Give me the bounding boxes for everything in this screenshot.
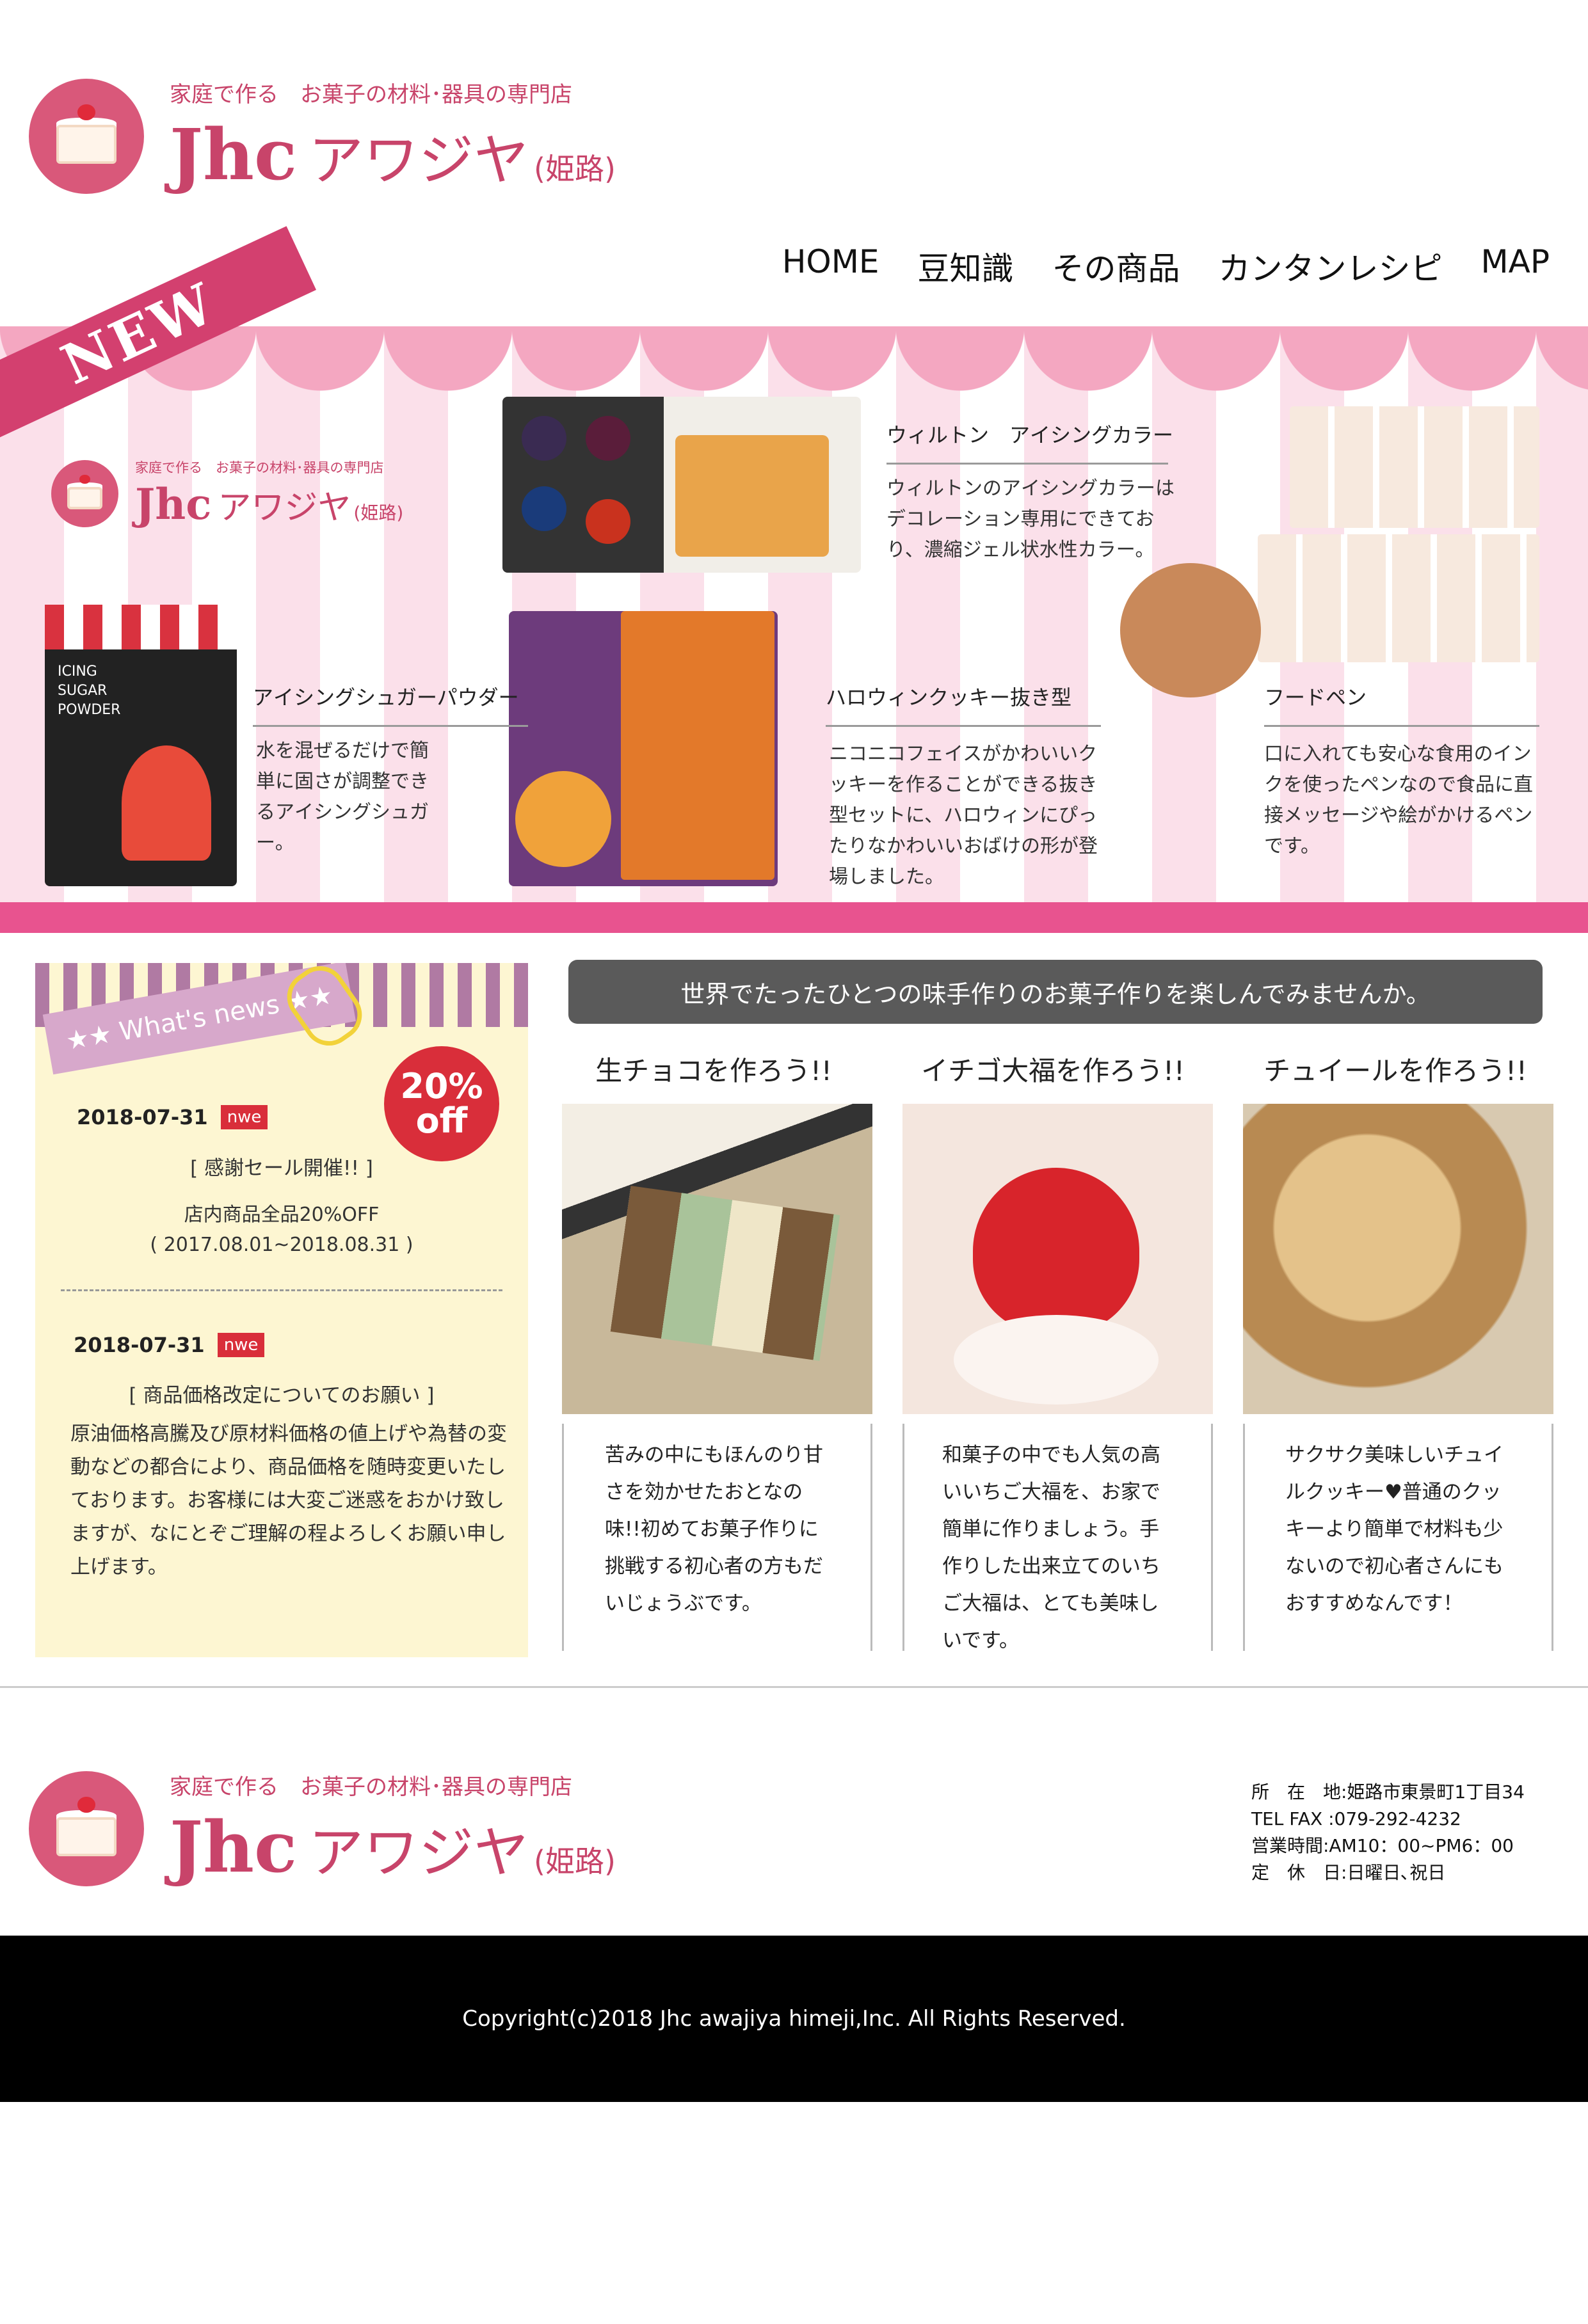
halloween-cutter-product-image[interactable] (509, 611, 778, 886)
discount-badge-percent: 20% (400, 1066, 483, 1106)
nav-trivia[interactable]: 豆知識 (918, 243, 1014, 289)
footer-logo-awajiya: アワジヤ (309, 1821, 529, 1885)
product-desc-icing-sugar: 水を混ぜるだけで簡単に固さが調整できるアイシングシュガー。 (256, 740, 429, 854)
whats-news-title: What's news (116, 989, 282, 1047)
ichigo-daifuku-image[interactable] (902, 1104, 1213, 1414)
news-item-1-date-row: 2018-07-31 nwe (77, 1105, 268, 1129)
main-nav: HOME 豆知識 その商品 カンタンレシピ MAP (782, 243, 1550, 289)
section-divider (0, 1686, 1588, 1688)
news-item-2-tag: nwe (217, 1333, 265, 1357)
news-item-1-date: 2018-07-31 (77, 1105, 208, 1129)
nav-products[interactable]: その商品 (1052, 243, 1180, 289)
banner-logo-awajiya: アワジヤ (218, 489, 351, 527)
cake-logo-icon (29, 1771, 144, 1886)
star-icon: ★★ (63, 1017, 122, 1056)
news-item-1-tag: nwe (220, 1105, 268, 1129)
footer-logo-city: (姫路) (534, 1844, 616, 1879)
recipe-title-ichigo-daifuku[interactable]: イチゴ大福を作ろう!! (896, 1049, 1210, 1088)
store-tel: TEL FAX :079-292-4232 (1251, 1808, 1461, 1829)
product-title-icing-sugar: アイシングシュガーパウダー (253, 681, 528, 727)
news-item-2-date-row: 2018-07-31 nwe (74, 1333, 265, 1357)
logo-awajiya: アワジヤ (309, 129, 529, 193)
footer-logo-tagline: 家庭で作る お菓子の材料･器具の専門店 (170, 1774, 572, 1800)
logo-city: (姫路) (534, 152, 616, 186)
copyright-text: Copyright(c)2018 Jhc awajiya himeji,Inc.… (462, 2006, 1126, 2032)
recipe-desc-tuile: サクサク美味しいチュイルクッキー♥普通のクッキーより簡単で材料も少ないので初心者… (1285, 1444, 1504, 1615)
product-desc-halloween-cutter: ニコニコフェイスがかわいいクッキーを作ることができる抜き型セットに、ハロウィンに… (829, 743, 1098, 888)
logo-tagline: 家庭で作る お菓子の材料･器具の専門店 (170, 82, 572, 107)
store-address: 所 在 地:姫路市東景町1丁目34 (1251, 1781, 1525, 1803)
banner-logo: 家庭で作る お菓子の材料･器具の専門店 Jhc アワジヤ (姫路) (51, 458, 403, 529)
news-item-2-body: 原油価格高騰及び原材料価格の値上げや為替の変動などの都合により、商品価格を随時変… (70, 1422, 507, 1579)
product-desc-icing-color: ウィルトンのアイシングカラーはデコレーション専用にできており、濃縮ジェル状水性カ… (886, 477, 1175, 561)
icing-sugar-package-text: ICING SUGAR POWDER (58, 664, 121, 718)
logo-jhc: Jhc (170, 113, 297, 196)
nama-choco-image[interactable] (562, 1104, 872, 1414)
recipe-title-nama-choco[interactable]: 生チョコを作ろう!! (557, 1049, 870, 1088)
banner-bottom-stripe (0, 902, 1588, 933)
news-item-1-line2: ( 2017.08.01~2018.08.31 ) (150, 1234, 413, 1256)
news-item-2-date: 2018-07-31 (74, 1333, 205, 1357)
food-pen-product-image[interactable] (1120, 406, 1549, 697)
recipe-desc-ichigo-daifuku: 和菓子の中でも人気の高いいちご大福を、お家で簡単に作りましょう。手作りした出来立… (942, 1444, 1160, 1652)
banner-logo-city: (姫路) (353, 502, 404, 523)
news-item-1-line1: 店内商品全品20%OFF (184, 1204, 380, 1226)
recipe-desc-nama-choco: 苦みの中にもほんのり甘さを効かせたおとなの味!!初めてお菓子作りに挑戦する初心者… (605, 1444, 823, 1615)
icing-sugar-product-image[interactable]: ICING SUGAR POWDER (45, 605, 237, 886)
news-item-2-title[interactable]: [ 商品価格改定についてのお願い ] (35, 1379, 528, 1408)
nav-recipes[interactable]: カンタンレシピ (1219, 243, 1443, 289)
header-logo[interactable]: 家庭で作る お菓子の材料･器具の専門店 Jhc アワジヤ (姫路) (29, 77, 616, 196)
product-title-icing-color: ウィルトン アイシングカラー (886, 419, 1173, 465)
awning-decoration (0, 326, 1588, 397)
icing-color-product-image[interactable] (502, 397, 861, 573)
discount-badge: 20% off (384, 1046, 499, 1161)
footer-logo-jhc: Jhc (170, 1806, 297, 1888)
nav-map[interactable]: MAP (1481, 243, 1550, 289)
tuile-image[interactable] (1243, 1104, 1553, 1414)
banner-logo-tagline: 家庭で作る お菓子の材料･器具の専門店 (135, 460, 384, 475)
product-title-food-pen: フードペン (1264, 681, 1539, 727)
news-divider (61, 1289, 502, 1291)
store-info: 所 在 地:姫路市東景町1丁目34 TEL FAX :079-292-4232 … (1251, 1779, 1525, 1886)
footer-bar: Copyright(c)2018 Jhc awajiya himeji,Inc.… (0, 1936, 1588, 2102)
cake-logo-icon (51, 459, 118, 527)
product-desc-food-pen: 口に入れても安心な食用のインクを使ったペンなので食品に直接メッセージや絵がかける… (1264, 743, 1533, 857)
banner-logo-jhc: Jhc (135, 479, 212, 529)
logo-name: Jhc アワジヤ (姫路) (170, 113, 616, 196)
store-hours: 営業時間:AM10：00~PM6：00 (1251, 1835, 1514, 1856)
recipe-title-tuile[interactable]: チュイールを作ろう!! (1239, 1049, 1552, 1088)
store-closed: 定 休 日:日曜日､祝日 (1251, 1862, 1446, 1883)
recipes-heading-bar: 世界でたったひとつの味手作りのお菓子作りを楽しんでみませんか。 (568, 960, 1543, 1024)
discount-badge-off: off (415, 1101, 468, 1141)
cake-logo-icon (29, 79, 144, 194)
product-title-halloween-cutter: ハロウィンクッキー抜き型 (826, 681, 1101, 727)
footer-logo[interactable]: 家庭で作る お菓子の材料･器具の専門店 Jhc アワジヤ (姫路) (29, 1769, 616, 1888)
nav-home[interactable]: HOME (782, 243, 879, 289)
news-item-1-title[interactable]: [ 感謝セール開催!! ] (35, 1152, 528, 1181)
